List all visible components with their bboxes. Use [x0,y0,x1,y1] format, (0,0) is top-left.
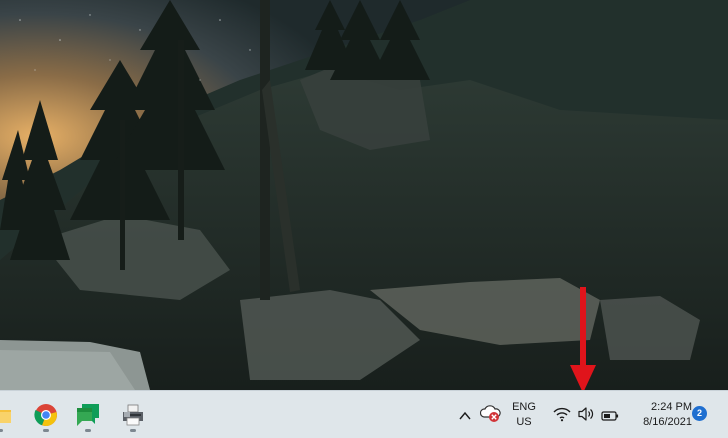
taskbar-app-google-chat[interactable] [72,397,104,433]
taskbar-app-chrome[interactable] [30,397,62,433]
language-indicator[interactable]: ENG US [506,400,542,430]
taskbar-app-file-explorer[interactable] [0,397,16,433]
printer-icon [123,404,143,426]
folder-icon [0,410,11,423]
running-indicator [43,429,49,432]
notification-badge[interactable]: 2 [692,406,707,421]
chevron-up-icon[interactable] [458,406,472,426]
taskbar: ENG US 2:24 PM 8/16/2021 2 [0,390,728,438]
taskbar-app-printer[interactable] [117,397,149,433]
clock-date: 8/16/2021 [643,416,692,428]
clock[interactable]: 2:24 PM 8/16/2021 [626,400,692,430]
onedrive-error-icon[interactable] [480,403,502,423]
running-indicator [85,429,91,432]
language-region: US [516,416,532,428]
speaker-icon[interactable] [577,404,595,424]
wifi-icon[interactable] [553,404,571,424]
language-code: ENG [512,401,536,413]
desktop-wallpaper [0,0,728,390]
chat-icon [77,404,99,426]
desktop [0,0,728,390]
battery-icon[interactable] [601,406,619,426]
running-indicator [130,429,136,432]
annotation-arrow-icon [570,287,596,390]
clock-time: 2:24 PM [651,401,692,413]
running-indicator [0,429,3,432]
chrome-icon [34,404,57,427]
